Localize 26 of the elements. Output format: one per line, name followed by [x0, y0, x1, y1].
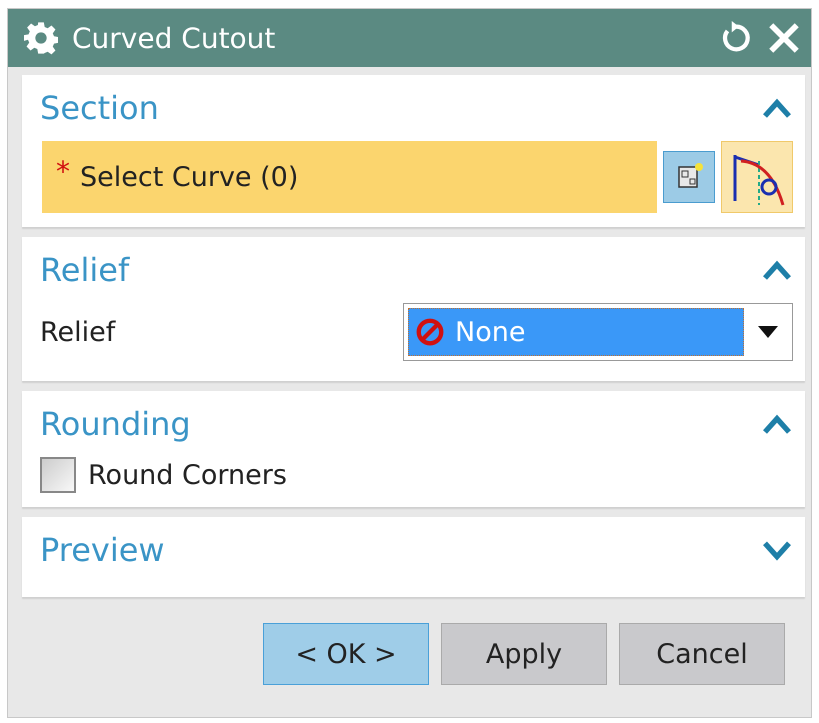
chevron-icon[interactable] — [761, 259, 793, 281]
checkbox[interactable] — [40, 457, 76, 493]
chevron-icon[interactable] — [761, 97, 793, 119]
checkbox-label: Round Corners — [88, 460, 287, 490]
dialog-button[interactable]: < OK > — [263, 623, 429, 685]
prohibited-icon — [415, 317, 445, 347]
chevron-icon[interactable] — [761, 413, 793, 435]
caret-icon[interactable] — [758, 326, 778, 338]
chevron-icon[interactable] — [761, 539, 793, 561]
field-label: Select Curve (0) — [80, 162, 298, 192]
group-title[interactable]: Section — [40, 89, 159, 127]
group-title[interactable]: Rounding — [40, 405, 191, 443]
close-icon[interactable] — [767, 21, 801, 55]
dropdown-value: None — [455, 316, 526, 348]
group-title[interactable]: Preview — [40, 531, 165, 569]
relief-dropdown[interactable]: None — [403, 303, 793, 361]
group-title[interactable]: Relief — [40, 251, 130, 289]
required-mark: * — [56, 155, 70, 188]
window-title: Curved Cutout — [72, 22, 276, 54]
dialog-button[interactable]: Apply — [441, 623, 607, 685]
sketch-icon[interactable] — [663, 151, 715, 203]
settings-icon[interactable] — [24, 21, 58, 55]
select-curve-field[interactable]: * Select Curve (0) — [42, 141, 657, 213]
dialog-button[interactable]: Cancel — [619, 623, 785, 685]
relief-label: Relief — [40, 316, 116, 348]
curve-icon[interactable] — [721, 141, 793, 213]
